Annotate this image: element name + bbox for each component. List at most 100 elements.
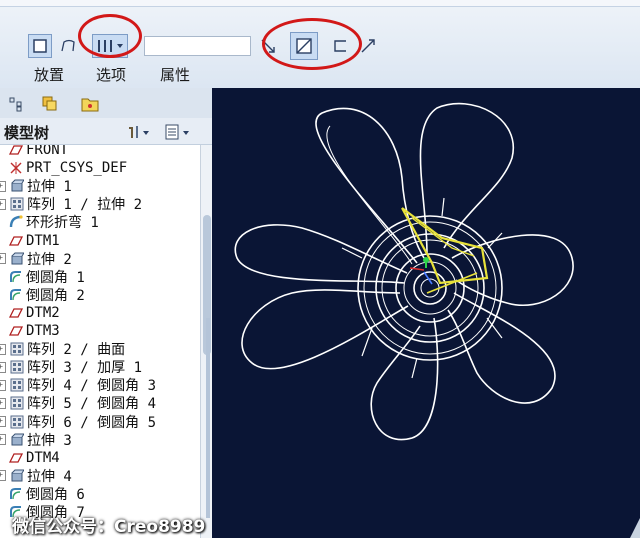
tree-item[interactable]: + 阵列 4 / 倒圆角 3 (0, 376, 156, 394)
surface-icon (61, 39, 75, 52)
tree-item-label: DTM2 (26, 304, 60, 321)
model-tree: FRONT PRT_CSYS_DEF + 拉伸 1 + 阵列 1 / 拉伸 2 环形折弯 1… (0, 145, 200, 538)
csys-icon (9, 161, 26, 175)
tree-item-label: DTM4 (26, 449, 60, 466)
expand-toggle-icon[interactable]: + (0, 253, 6, 265)
model-tree-title: 模型树 (4, 124, 50, 142)
expand-toggle-icon[interactable]: + (0, 434, 6, 446)
tree-item[interactable]: 倒圆角 1 (0, 268, 85, 286)
tree-item-label: 倒圆角 1 (26, 269, 85, 286)
tree-item[interactable]: PRT_CSYS_DEF (0, 159, 127, 177)
folder-tab[interactable] (76, 92, 104, 116)
tab-options[interactable]: 选项 (96, 64, 126, 85)
tree-item-label: PRT_CSYS_DEF (26, 160, 128, 177)
folder-icon (81, 98, 99, 112)
tree-item[interactable]: DTM1 (0, 232, 60, 250)
layer-tab[interactable] (36, 92, 64, 116)
datum-plane-icon (9, 324, 26, 338)
tree-filter-button[interactable] (162, 120, 194, 144)
ribbon-top-strip (0, 0, 640, 7)
red-annotation-circle (78, 14, 142, 58)
expand-toggle-icon[interactable]: + (0, 379, 6, 391)
tree-item-label: 拉伸 3 (27, 432, 72, 449)
datum-plane-icon (9, 306, 26, 320)
tree-item-label: 阵列 5 / 倒圆角 4 (27, 396, 157, 413)
pattern-icon (10, 378, 27, 392)
flip-side-icon (361, 39, 375, 53)
ribbon-toolbar: 放置 选项 属性 (0, 0, 640, 89)
tree-item[interactable]: DTM4 (0, 449, 60, 467)
expand-toggle-icon[interactable]: + (0, 180, 6, 192)
datum-plane-icon (9, 451, 26, 465)
expand-toggle-icon[interactable]: + (0, 343, 6, 355)
tree-item-label: 倒圆角 2 (26, 287, 85, 304)
graphics-viewport[interactable] (212, 88, 640, 538)
tree-item-label: 倒圆角 6 (26, 486, 85, 503)
expand-toggle-icon[interactable]: + (0, 470, 6, 482)
tree-item-label: DTM1 (26, 232, 60, 249)
panel-splitter[interactable] (206, 318, 210, 518)
pattern-icon (10, 197, 27, 211)
pattern-icon (10, 396, 27, 410)
navigator-tabs (0, 88, 212, 118)
layers-icon (42, 96, 57, 111)
solid-icon (33, 39, 47, 53)
expand-toggle-icon[interactable]: + (0, 416, 6, 427)
extrude-icon (10, 469, 27, 483)
tree-item-label: 阵列 4 / 倒圆角 3 (27, 378, 157, 395)
thickness-input[interactable] (144, 36, 251, 56)
tree-item-label: 阵列 6 / 倒圆角 5 (27, 414, 157, 431)
model-tree-header: 模型树 (0, 118, 212, 145)
navigator-panel: 模型树 FRONT PRT_CSYS_DEF + 拉伸 1 + 阵列 1 / 拉伸 2 环形… (0, 88, 213, 538)
tree-item[interactable]: + 拉伸 3 (0, 431, 72, 449)
round-icon (9, 487, 26, 501)
tree-item-label: 拉伸 4 (27, 468, 72, 485)
show-list-icon (165, 124, 189, 140)
tree-item[interactable]: + 阵列 1 / 拉伸 2 (0, 195, 142, 213)
tree-item[interactable]: + 阵列 2 / 曲面 (0, 340, 125, 358)
watermark-text: 微信公众号：Creo8989 (12, 517, 206, 537)
round-icon (9, 270, 26, 284)
expand-toggle-icon[interactable]: + (0, 397, 6, 409)
tree-item[interactable]: + 阵列 5 / 倒圆角 4 (0, 394, 156, 412)
model-tree-icon (9, 97, 22, 112)
tree-settings-button[interactable] (124, 120, 154, 144)
tree-item[interactable]: FRONT (0, 145, 68, 159)
tree-item[interactable]: + 拉伸 4 (0, 467, 72, 485)
tab-placement[interactable]: 放置 (34, 64, 64, 85)
pattern-icon (10, 360, 27, 374)
settings-tools-icon (129, 126, 149, 138)
datum-plane-icon (9, 145, 26, 157)
tree-item[interactable]: DTM3 (0, 322, 60, 340)
datum-plane-icon (9, 234, 26, 248)
tree-item-label: DTM3 (26, 323, 60, 339)
extrude-icon (10, 433, 27, 447)
tree-item[interactable]: 环形折弯 1 (0, 213, 99, 231)
expand-toggle-icon[interactable]: + (0, 361, 6, 373)
extrude-icon (10, 179, 27, 193)
expand-toggle-icon[interactable]: + (0, 198, 6, 210)
thicken-solid-button[interactable] (28, 34, 52, 58)
tree-item-label: 拉伸 2 (27, 251, 72, 268)
tree-item-label: FRONT (26, 145, 69, 158)
tab-properties[interactable]: 属性 (160, 64, 190, 85)
surface-button[interactable] (56, 34, 80, 58)
pattern-icon (10, 415, 27, 429)
tree-item-label: 拉伸 1 (27, 179, 72, 196)
round-icon (9, 288, 26, 302)
extrude-icon (10, 252, 27, 266)
model-tree-tab[interactable] (2, 92, 30, 116)
tree-item[interactable]: + 拉伸 1 (0, 177, 72, 195)
tree-item[interactable]: + 阵列 6 / 倒圆角 5 (0, 413, 156, 431)
tree-item-label: 环形折弯 1 (26, 215, 99, 232)
tree-item-label: 阵列 3 / 加厚 1 (27, 360, 143, 377)
tree-item[interactable]: 倒圆角 2 (0, 286, 85, 304)
tree-item[interactable]: + 拉伸 2 (0, 250, 72, 268)
tree-item[interactable]: 倒圆角 6 (0, 485, 85, 503)
toroidal-bend-icon (9, 215, 26, 229)
fan-model-wireframe (234, 102, 640, 538)
tree-item[interactable]: + 阵列 3 / 加厚 1 (0, 358, 142, 376)
tree-item-label: 阵列 2 / 曲面 (27, 342, 126, 359)
red-annotation-circle (262, 18, 362, 70)
tree-item[interactable]: DTM2 (0, 304, 60, 322)
